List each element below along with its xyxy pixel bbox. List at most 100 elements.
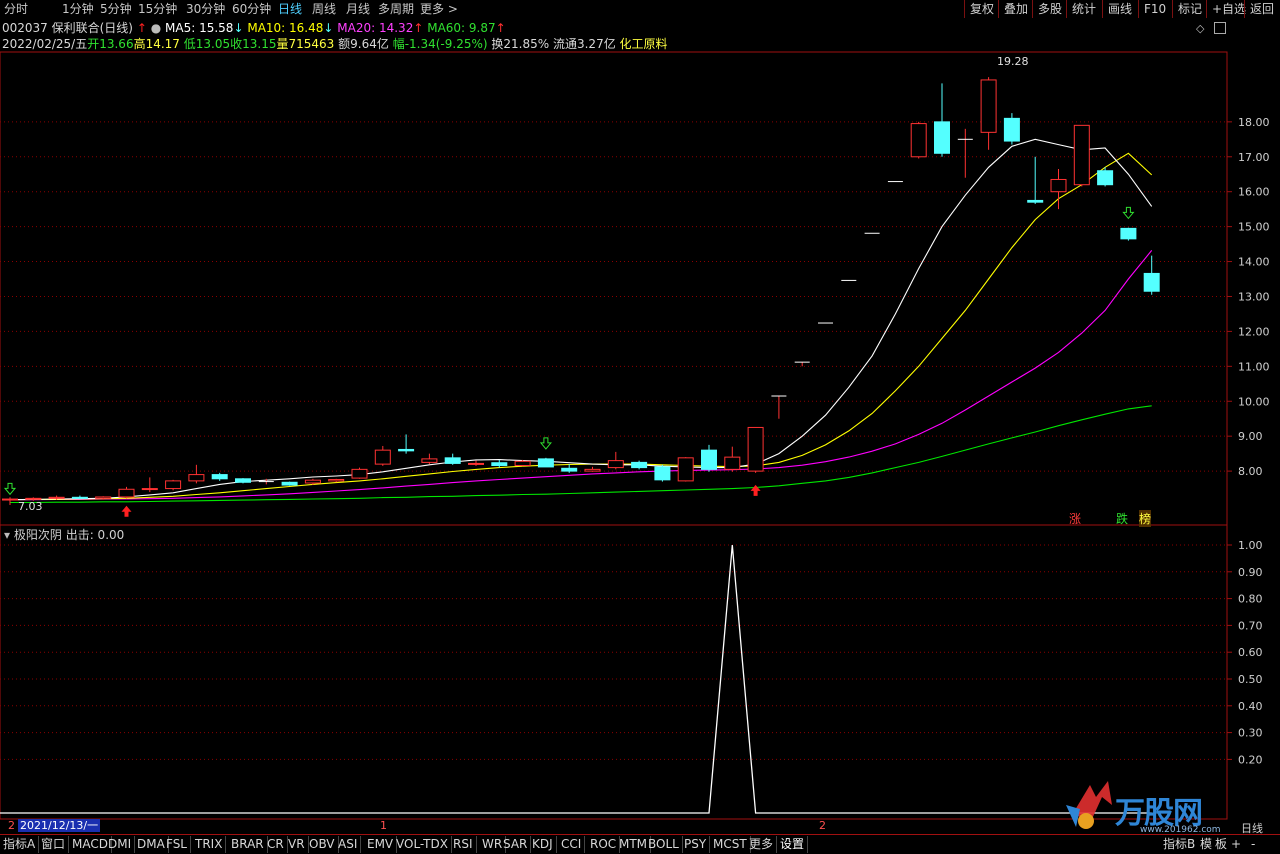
period-tab[interactable]: 5分钟 bbox=[100, 1, 132, 17]
indicator-right-button[interactable]: - bbox=[1248, 836, 1258, 853]
indicator-tick-label: 0.20 bbox=[1238, 753, 1263, 766]
candle-body bbox=[537, 458, 554, 468]
indicator-tab[interactable]: CCI bbox=[558, 836, 586, 853]
indicator-right-button[interactable]: + bbox=[1228, 836, 1244, 853]
toolbar-button[interactable]: 多股 bbox=[1032, 0, 1067, 18]
settings-circle-icon[interactable]: ● bbox=[151, 21, 161, 35]
period-tab[interactable]: 周线 bbox=[312, 1, 336, 17]
indicator-tab[interactable]: FSL bbox=[163, 836, 191, 853]
period-tab[interactable]: 日线 bbox=[278, 1, 302, 17]
candle-body bbox=[118, 488, 135, 498]
toolbar-button[interactable]: F10 bbox=[1138, 0, 1171, 18]
candle-body bbox=[2, 498, 18, 501]
x-marker-left: 2 bbox=[8, 819, 15, 832]
rank-tag[interactable]: 榜 bbox=[1139, 510, 1152, 527]
indicator-tab[interactable]: ASI bbox=[335, 836, 362, 853]
indicator-tab[interactable]: SAR bbox=[500, 836, 532, 853]
period-tab[interactable]: 月线 bbox=[346, 1, 370, 17]
indicator-toggle-icon[interactable]: ▾ bbox=[4, 528, 10, 542]
buy-arrow-icon bbox=[121, 505, 132, 517]
stock-title: 002037 保利联合(日线) bbox=[2, 21, 133, 35]
indicator-tick-label: 0.40 bbox=[1238, 700, 1263, 713]
high-price-label: 19.28 bbox=[997, 55, 1029, 68]
kline-chart[interactable]: 18.0017.0016.0015.0014.0013.0012.0011.00… bbox=[0, 0, 1280, 853]
toolbar-button[interactable]: 返回 bbox=[1244, 0, 1279, 18]
candles bbox=[2, 77, 1160, 505]
price-tick-label: 14.00 bbox=[1238, 256, 1270, 269]
indicator-tab[interactable]: VR bbox=[285, 836, 309, 853]
candle-body bbox=[514, 460, 531, 467]
indicator-tab[interactable]: BRAR bbox=[228, 836, 268, 853]
indicator-tab[interactable]: KDJ bbox=[529, 836, 557, 853]
price-tick-label: 10.00 bbox=[1238, 395, 1270, 408]
period-toolbar: 分时 1分钟 5分钟 15分钟 30分钟 60分钟 日线 周线 月线 多周期 更多 > 复权 叠加 多股… bbox=[0, 0, 1280, 18]
candle-body bbox=[701, 449, 717, 470]
indicator-right-button[interactable]: 指标B bbox=[1160, 836, 1198, 853]
period-tab[interactable]: 30分钟 bbox=[186, 1, 225, 17]
indicator-tab[interactable]: DMI bbox=[105, 836, 136, 853]
indicator-panel-frame bbox=[0, 524, 1228, 820]
quote-float-cap: 流通3.27亿 bbox=[552, 37, 616, 51]
candle-body bbox=[1050, 178, 1067, 193]
indicator-tab[interactable]: BOLL bbox=[645, 836, 683, 853]
period-tab[interactable]: 多周期 bbox=[378, 1, 414, 17]
indicator-tick-label: 0.60 bbox=[1238, 646, 1263, 659]
toolbar-button[interactable]: 复权 bbox=[964, 0, 999, 18]
indicator-title: ▾ 极阳次阴 出击: 0.00 bbox=[4, 526, 124, 543]
x-month-1: 1 bbox=[380, 819, 387, 832]
toolbar-button[interactable]: 叠加 bbox=[998, 0, 1033, 18]
indicator-line bbox=[0, 544, 1152, 814]
ma10-value: MA10: 16.48 bbox=[247, 21, 324, 35]
ma20-line bbox=[10, 250, 1153, 501]
quote-high: 高14.17 bbox=[133, 37, 180, 51]
ma60-value: MA60: 9.87 bbox=[427, 21, 496, 35]
fall-tag[interactable]: 跌 bbox=[1116, 510, 1128, 527]
toolbar-button[interactable]: 画线 bbox=[1102, 0, 1137, 18]
candle-body bbox=[1027, 199, 1044, 203]
indicator-tab[interactable]: TRIX bbox=[192, 836, 227, 853]
down-arrow-icon: ↓ bbox=[233, 21, 244, 35]
toolbar-button[interactable]: 统计 bbox=[1066, 0, 1101, 18]
quote-date: 2022/02/25/五 bbox=[2, 37, 88, 51]
candle-body bbox=[95, 496, 112, 499]
indicator-tab[interactable]: 设置 bbox=[777, 836, 809, 853]
price-tick-label: 15.00 bbox=[1238, 221, 1270, 234]
candle-body bbox=[141, 488, 158, 491]
period-tab[interactable]: 1分钟 bbox=[62, 1, 94, 17]
candle-body bbox=[1097, 170, 1114, 186]
period-tab[interactable]: 分时 bbox=[4, 1, 28, 17]
candle-body bbox=[235, 478, 251, 483]
scroll-box-icon[interactable] bbox=[1214, 22, 1226, 34]
indicator-tab[interactable]: OBV bbox=[306, 836, 339, 853]
indicator-output: 出击: 0.00 bbox=[65, 528, 125, 542]
period-tab[interactable]: 15分钟 bbox=[138, 1, 177, 17]
candle-body bbox=[351, 468, 368, 479]
candle-body bbox=[654, 466, 671, 481]
rise-tag[interactable]: 涨 bbox=[1069, 510, 1081, 527]
indicator-tab[interactable]: VOL-TDX bbox=[393, 836, 452, 853]
quote-amount: 额9.64亿 bbox=[338, 37, 389, 51]
candle-body bbox=[724, 456, 741, 470]
sell-arrow-icon bbox=[539, 437, 552, 450]
price-tick-label: 13.00 bbox=[1238, 290, 1270, 303]
candle-body bbox=[1143, 272, 1160, 292]
quote-sector[interactable]: 化工原料 bbox=[620, 37, 668, 51]
main-grid bbox=[0, 121, 1227, 472]
indicator-name[interactable]: 极阳次阴 bbox=[14, 528, 62, 542]
toolbar-button[interactable]: 标记 bbox=[1172, 0, 1207, 18]
indicator-tab[interactable]: 更多 bbox=[746, 836, 778, 853]
candle-body bbox=[468, 462, 484, 465]
period-tab[interactable]: 更多 > bbox=[420, 1, 458, 17]
quote-turnover: 换21.85% bbox=[491, 37, 550, 51]
indicator-tab[interactable]: PSY bbox=[681, 836, 711, 853]
candle-body bbox=[980, 79, 997, 133]
indicator-tab[interactable]: MCST bbox=[710, 836, 751, 853]
diamond-icon[interactable]: ◇ bbox=[1196, 22, 1204, 35]
candle-body bbox=[910, 123, 927, 158]
indicator-tab[interactable]: 窗口 bbox=[38, 836, 70, 853]
indicator-tab[interactable]: RSI bbox=[450, 836, 477, 853]
period-tab[interactable]: 60分钟 bbox=[232, 1, 271, 17]
indicator-tab[interactable]: 指标A bbox=[0, 836, 40, 853]
price-tick-label: 18.00 bbox=[1238, 116, 1270, 129]
candle-body bbox=[1120, 227, 1137, 240]
